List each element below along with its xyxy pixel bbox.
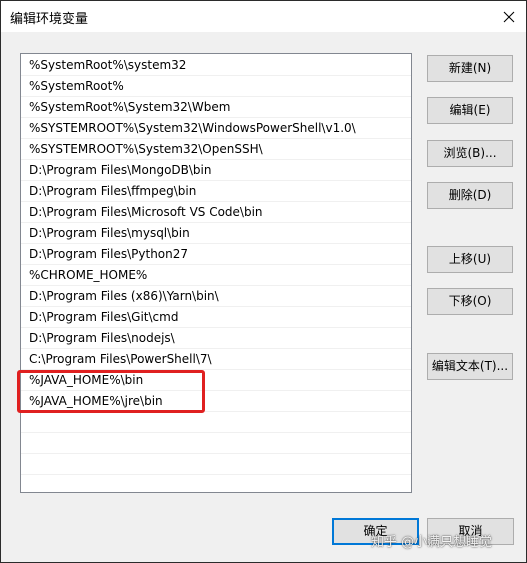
path-list[interactable]: %SystemRoot%\system32 %SystemRoot% %System…	[20, 53, 412, 493]
path-list-empty-row[interactable]	[21, 433, 411, 454]
browse-button[interactable]: 浏览(B)...	[427, 140, 513, 167]
path-list-item[interactable]: %SYSTEMROOT%\System32\OpenSSH\	[21, 139, 411, 160]
path-list-item[interactable]: D:\Program Files\mysql\bin	[21, 223, 411, 244]
path-list-item[interactable]: D:\Program Files\MongoDB\bin	[21, 160, 411, 181]
edit-environment-variable-dialog: 编辑环境变量 %SystemRoot%\system32 %SystemRoot%…	[0, 0, 527, 563]
path-list-item[interactable]: %SystemRoot%	[21, 76, 411, 97]
path-list-item[interactable]: %JAVA_HOME%\bin	[21, 370, 411, 391]
move-down-button[interactable]: 下移(O)	[427, 288, 513, 315]
path-list-item[interactable]: D:\Program Files (x86)\Yarn\bin\	[21, 286, 411, 307]
window-title: 编辑环境变量	[10, 12, 89, 27]
ok-button[interactable]: 确定	[332, 518, 419, 545]
path-list-item[interactable]: C:\Program Files\PowerShell\7\	[21, 349, 411, 370]
path-list-item[interactable]: D:\Program Files\nodejs\	[21, 328, 411, 349]
path-list-item[interactable]: %JAVA_HOME%\jre\bin	[21, 391, 411, 412]
path-list-empty-row[interactable]	[21, 475, 411, 492]
move-up-button[interactable]: 上移(U)	[427, 246, 513, 273]
path-list-item[interactable]: %SYSTEMROOT%\System32\WindowsPowerShell\…	[21, 118, 411, 139]
path-list-item[interactable]: D:\Program Files\ffmpeg\bin	[21, 181, 411, 202]
path-list-empty-row[interactable]	[21, 412, 411, 433]
path-list-item[interactable]: D:\Program Files\Git\cmd	[21, 307, 411, 328]
path-list-item[interactable]: D:\Program Files\Python27	[21, 244, 411, 265]
edit-button[interactable]: 编辑(E)	[427, 97, 513, 124]
delete-button[interactable]: 删除(D)	[427, 182, 513, 209]
path-list-item[interactable]: %SystemRoot%\system32	[21, 55, 411, 76]
cancel-button[interactable]: 取消	[427, 518, 514, 545]
edit-text-button[interactable]: 编辑文本(T)...	[427, 353, 513, 380]
close-icon	[503, 11, 515, 22]
path-list-item[interactable]: %CHROME_HOME%	[21, 265, 411, 286]
path-list-empty-row[interactable]	[21, 454, 411, 475]
path-list-item[interactable]: D:\Program Files\Microsoft VS Code\bin	[21, 202, 411, 223]
close-button[interactable]	[492, 1, 526, 32]
new-button[interactable]: 新建(N)	[427, 55, 513, 82]
title-bar: 编辑环境变量	[1, 1, 526, 32]
path-list-item[interactable]: %SystemRoot%\System32\Wbem	[21, 97, 411, 118]
